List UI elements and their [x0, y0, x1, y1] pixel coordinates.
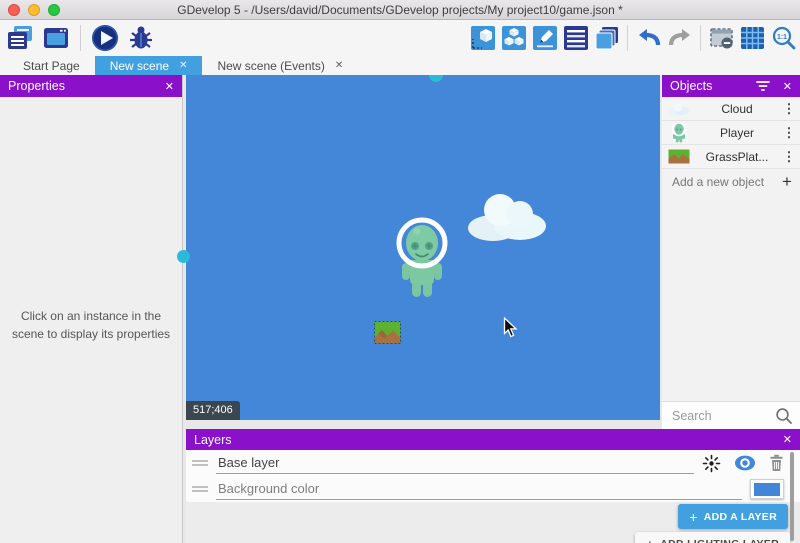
properties-empty-message: Click on an instance in the scene to dis…	[11, 307, 171, 343]
objects-panel: Objects ✕	[662, 75, 800, 429]
gdevelop-window: GDevelop 5 - /Users/david/Documents/GDev…	[0, 0, 800, 543]
mouse-cursor	[503, 317, 518, 338]
toolbar-separator	[700, 25, 701, 51]
tab-label: Start Page	[23, 59, 80, 73]
layer-row-background-color: Background color	[186, 476, 800, 502]
tab-label: New scene	[110, 59, 169, 73]
scene-properties-icon[interactable]	[531, 25, 558, 52]
cloud-thumbnail-icon	[662, 102, 696, 116]
drag-handle-icon[interactable]	[192, 460, 208, 466]
objects-panel-header: Objects ✕	[662, 75, 800, 97]
tab-close-icon[interactable]: ✕	[179, 61, 187, 71]
toolbar-right-group: 1:1	[469, 20, 797, 56]
visibility-eye-icon[interactable]	[734, 455, 756, 471]
main-area: Properties ✕ Click on an instance in the…	[0, 75, 800, 543]
grass-platform-thumbnail-icon	[662, 149, 696, 164]
object-row-player[interactable]: Player ⋮	[662, 121, 800, 145]
add-lighting-layer-button[interactable]: + ADD LIGHTING LAYER	[635, 532, 790, 543]
drag-handle-icon[interactable]	[192, 486, 208, 492]
properties-panel: Properties ✕ Click on an instance in the…	[0, 75, 183, 543]
titlebar: GDevelop 5 - /Users/david/Documents/GDev…	[0, 0, 800, 20]
layer-actions	[750, 479, 784, 499]
window-title: GDevelop 5 - /Users/david/Documents/GDev…	[177, 3, 623, 17]
object-name: Player	[696, 126, 778, 140]
plus-icon: +	[646, 536, 654, 543]
kebab-menu-icon[interactable]: ⋮	[778, 125, 800, 141]
plus-icon: +	[689, 509, 697, 525]
add-layer-label: ADD A LAYER	[704, 511, 777, 523]
tab-start-page[interactable]: Start Page	[8, 56, 95, 75]
close-icon[interactable]: ✕	[165, 80, 174, 93]
traffic-lights	[8, 4, 60, 16]
toolbar-separator	[627, 25, 628, 51]
cloud-sprite[interactable]	[463, 190, 549, 244]
properties-panel-header: Properties ✕	[0, 75, 182, 97]
tab-label: New scene (Events)	[217, 59, 324, 73]
layers-panel: Layers ✕ Base layer	[186, 429, 800, 543]
main-toolbar: 1:1	[0, 20, 800, 56]
filter-icon[interactable]	[755, 79, 771, 93]
layer-name-field[interactable]: Base layer	[216, 453, 694, 474]
tab-bar: Start Page New scene ✕ New scene (Events…	[0, 56, 800, 75]
debug-icon[interactable]	[126, 23, 156, 53]
add-new-object-button[interactable]: Add a new object +	[662, 169, 800, 194]
window-mask-icon[interactable]	[708, 25, 735, 52]
panel-resize-handle[interactable]	[177, 250, 190, 263]
layer-row-base: Base layer	[186, 450, 800, 476]
add-layer-button[interactable]: + ADD A LAYER	[678, 504, 788, 529]
layers-footer: + ADD A LAYER + ADD LIGHTING LAYER	[186, 502, 800, 543]
scrollbar[interactable]	[790, 452, 794, 541]
svg-text:1:1: 1:1	[776, 34, 786, 41]
toolbar-separator	[80, 25, 81, 51]
close-window-button[interactable]	[8, 4, 20, 16]
object-name: Cloud	[696, 102, 778, 116]
plus-icon: +	[774, 172, 800, 192]
search-icon	[775, 407, 793, 430]
effects-icon[interactable]	[702, 454, 721, 473]
add-new-object-label: Add a new object	[662, 175, 774, 189]
properties-panel-title: Properties	[8, 79, 65, 93]
close-icon[interactable]: ✕	[783, 433, 792, 446]
object-name: GrassPlat...	[696, 150, 778, 164]
toolbar-left-group	[5, 20, 156, 56]
objects-panel-title: Objects	[670, 79, 712, 93]
panel-resize-handle[interactable]	[429, 75, 443, 82]
player-sprite[interactable]	[395, 216, 449, 302]
preview-play-icon[interactable]	[90, 23, 120, 53]
close-icon[interactable]: ✕	[783, 80, 792, 93]
layers-panel-title: Layers	[194, 433, 232, 447]
add-lighting-layer-label: ADD LIGHTING LAYER	[660, 538, 779, 543]
undo-icon[interactable]	[635, 25, 662, 52]
fullscreen-window-button[interactable]	[48, 4, 60, 16]
background-color-value	[754, 483, 780, 496]
grid-icon[interactable]	[739, 25, 766, 52]
zoom-original-icon[interactable]: 1:1	[770, 25, 797, 52]
tab-new-scene[interactable]: New scene ✕	[95, 56, 203, 75]
start-page-icon[interactable]	[41, 23, 71, 53]
background-color-swatch[interactable]	[750, 479, 784, 499]
object-groups-editor-icon[interactable]	[500, 25, 527, 52]
tab-close-icon[interactable]: ✕	[335, 61, 343, 71]
player-thumbnail-icon	[662, 123, 696, 143]
instances-list-icon[interactable]	[562, 25, 589, 52]
layers-editor-icon[interactable]	[593, 25, 620, 52]
cursor-coordinates: 517;406	[186, 401, 240, 420]
object-row-cloud[interactable]: Cloud ⋮	[662, 97, 800, 121]
tab-new-scene-events[interactable]: New scene (Events) ✕	[202, 56, 358, 75]
minimize-window-button[interactable]	[28, 4, 40, 16]
project-manager-icon[interactable]	[5, 23, 35, 53]
scene-canvas[interactable]: 517;406	[186, 75, 660, 420]
layer-actions	[702, 454, 784, 473]
objects-editor-icon[interactable]	[469, 25, 496, 52]
layer-name-field[interactable]: Background color	[216, 479, 742, 500]
objects-search	[662, 401, 800, 429]
kebab-menu-icon[interactable]: ⋮	[778, 101, 800, 117]
grass-platform-sprite[interactable]	[374, 321, 401, 344]
trash-icon[interactable]	[769, 454, 784, 472]
object-row-grassplatform[interactable]: GrassPlat... ⋮	[662, 145, 800, 169]
kebab-menu-icon[interactable]: ⋮	[778, 149, 800, 165]
layers-panel-header: Layers ✕	[186, 429, 800, 450]
redo-icon[interactable]	[666, 25, 693, 52]
